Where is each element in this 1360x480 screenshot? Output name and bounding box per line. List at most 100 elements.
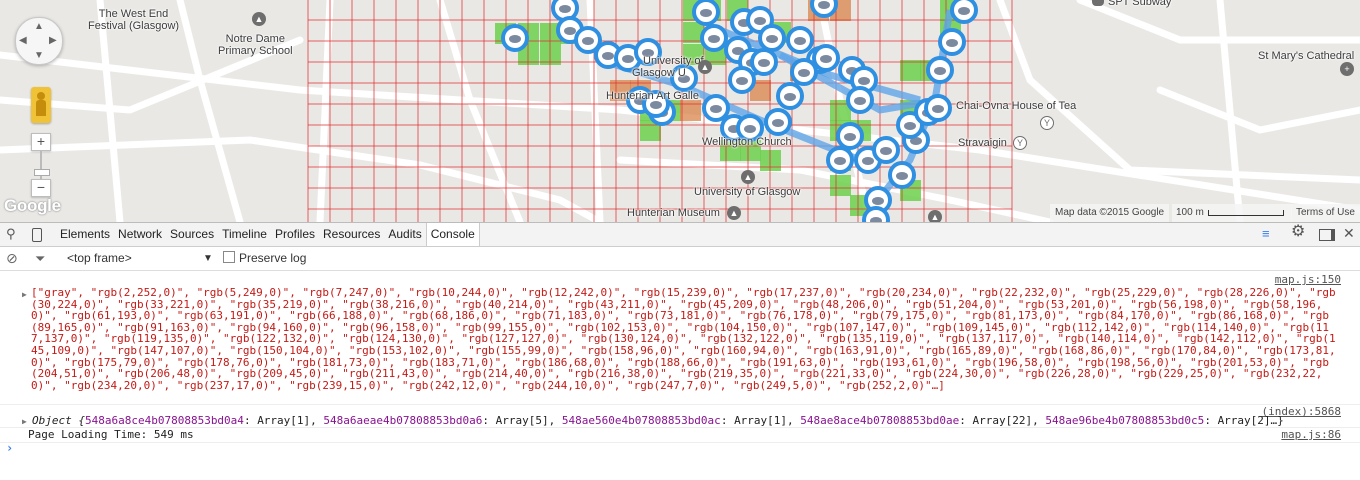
map-view[interactable]: The West End Festival (Glasgow) ▲ Notre …: [0, 0, 1360, 222]
map-label-wellington-church: Wellington Church: [702, 136, 792, 148]
array-log-text[interactable]: ["gray", "rgb(2,252,0)", "rgb(5,249,0)",…: [31, 276, 1342, 391]
tab-elements[interactable]: Elements: [56, 223, 114, 246]
grid-cell: [680, 100, 701, 121]
university-icon: ▲: [928, 210, 942, 222]
map-marker-icon: [880, 147, 892, 155]
object-key: 548ae8ace4b07808853bd0ae: [800, 414, 960, 427]
map-label-spt-subway: SPT Subway: [1108, 0, 1172, 8]
map-marker-icon: [559, 5, 571, 13]
frame-select[interactable]: <top frame>: [67, 247, 132, 270]
tab-sources[interactable]: Sources: [166, 223, 218, 246]
map-label-glasgow-u: Glasgow U: [632, 67, 686, 79]
source-link[interactable]: map.js:86: [1281, 429, 1341, 441]
zoom-slider-handle[interactable]: [34, 169, 50, 176]
road: [316, 0, 334, 222]
tab-network[interactable]: Network: [114, 223, 166, 246]
map-marker-icon: [784, 93, 796, 101]
gear-icon[interactable]: ⚙: [1291, 224, 1305, 240]
school-icon: ▲: [252, 12, 266, 26]
object-key: 548ae96be4b07808853bd0c5: [1045, 414, 1205, 427]
object-value: Array[22]: [972, 414, 1033, 427]
object-prefix: Object {: [32, 414, 85, 427]
university-icon: ▲: [698, 60, 712, 74]
map-marker-icon: [700, 9, 712, 17]
map-marker-icon: [602, 52, 614, 60]
checkbox-icon[interactable]: [223, 251, 235, 263]
search-icon[interactable]: ⚲: [6, 227, 16, 241]
map-label-st-marys-cathedral: St Mary's Cathedral: [1258, 50, 1355, 62]
map-label-university-of-glasgow: University of Glasgow: [694, 186, 801, 198]
map-marker-icon: [854, 97, 866, 105]
map-label-notre-dame: Notre Dame Primary School: [218, 33, 293, 57]
drawer-toggle-icon[interactable]: ≡: [1262, 227, 1270, 241]
expand-triangle-icon[interactable]: ▶: [22, 416, 27, 428]
map-marker-icon: [862, 157, 874, 165]
frame-select-value: <top frame>: [67, 251, 132, 265]
zoom-slider-track[interactable]: [40, 151, 42, 181]
scale-bar: [1208, 210, 1284, 216]
map-marker-icon: [766, 35, 778, 43]
street-view-pegman-icon[interactable]: [31, 87, 51, 123]
map-marker-icon: [772, 119, 784, 127]
source-link[interactable]: map.js:150: [1275, 274, 1341, 286]
tab-profiles[interactable]: Profiles: [271, 223, 319, 246]
pan-right-icon[interactable]: ▶: [49, 36, 57, 46]
close-icon[interactable]: ✕: [1343, 226, 1355, 240]
filter-icon[interactable]: ⏷: [35, 247, 45, 270]
tab-resources[interactable]: Resources: [319, 223, 384, 246]
object-value: Array[2]: [1217, 414, 1271, 427]
preserve-log-label: Preserve log: [239, 251, 307, 265]
zoom-control: + −: [31, 133, 51, 197]
map-label-hunterian-art: Hunterian Art Galle: [606, 90, 699, 102]
device-mode-icon[interactable]: [32, 228, 42, 242]
map-marker-icon: [582, 37, 594, 45]
devtools-panel: ⚲ Elements Network Sources Timeline Profiles…: [0, 222, 1360, 480]
museum-icon: ▲: [727, 206, 741, 220]
dock-side-icon[interactable]: [1319, 229, 1335, 241]
pan-down-icon[interactable]: ▼: [34, 51, 44, 61]
map-marker-icon: [820, 55, 832, 63]
object-suffix: …}: [1270, 414, 1284, 427]
map-marker-icon: [622, 55, 634, 63]
pan-up-icon[interactable]: ▲: [34, 22, 44, 32]
map-marker-icon: [744, 125, 756, 133]
road: [1156, 86, 1360, 134]
map-marker-icon: [896, 172, 908, 180]
map-marker-icon: [736, 77, 748, 85]
console-toolbar: ⊘ ⏷ <top frame> ▼ Preserve log: [0, 247, 1360, 271]
map-label-west-end-festival: The West End Festival (Glasgow): [88, 8, 180, 32]
map-attribution: Map data ©2015 Google: [1050, 204, 1170, 222]
zoom-in-button[interactable]: +: [31, 133, 51, 151]
console-prompt[interactable]: ›: [0, 442, 1360, 457]
map-canvas[interactable]: [0, 0, 1360, 222]
map-label-university-of: University of: [643, 55, 704, 67]
preserve-log-checkbox[interactable]: Preserve log: [223, 247, 306, 270]
console-output[interactable]: map.js:150 ▶ ["gray", "rgb(2,252,0)", "r…: [0, 271, 1360, 457]
map-marker-icon: [650, 101, 662, 109]
map-marker-icon: [708, 35, 720, 43]
tab-timeline[interactable]: Timeline: [218, 223, 271, 246]
zoom-out-button[interactable]: −: [31, 179, 51, 197]
map-marker-icon: [798, 69, 810, 77]
object-value: Array[1]: [257, 414, 311, 427]
object-log-text[interactable]: Object {548a6a8ce4b07808853bd0a4: Array[…: [32, 415, 1284, 427]
object-value: Array[1]: [734, 414, 788, 427]
tab-console[interactable]: Console: [425, 223, 480, 246]
tab-audits[interactable]: Audits: [384, 223, 425, 246]
map-marker-icon: [904, 122, 916, 130]
object-key: 548a6aeae4b07808853bd0a6: [323, 414, 483, 427]
map-marker-icon: [958, 7, 970, 15]
pan-left-icon[interactable]: ◀: [19, 36, 27, 46]
clear-console-icon[interactable]: ⊘: [6, 247, 18, 270]
restaurant-icon: Y: [1013, 136, 1027, 150]
pan-control[interactable]: ▲ ▼ ◀ ▶: [15, 17, 63, 65]
terms-of-use-link[interactable]: Terms of Use: [1291, 204, 1360, 222]
console-message: map.js:86 Page Loading Time: 549 ms: [0, 428, 1360, 443]
chevron-down-icon[interactable]: ▼: [203, 247, 213, 270]
map-label-hunterian-museum: Hunterian Museum: [627, 207, 720, 219]
google-logo[interactable]: Google: [4, 196, 61, 216]
scale-label: 100 m: [1176, 207, 1204, 218]
devtools-tabbar: ⚲ Elements Network Sources Timeline Profiles…: [0, 222, 1360, 247]
map-marker-icon: [818, 1, 830, 9]
expand-triangle-icon[interactable]: ▶: [22, 289, 27, 301]
